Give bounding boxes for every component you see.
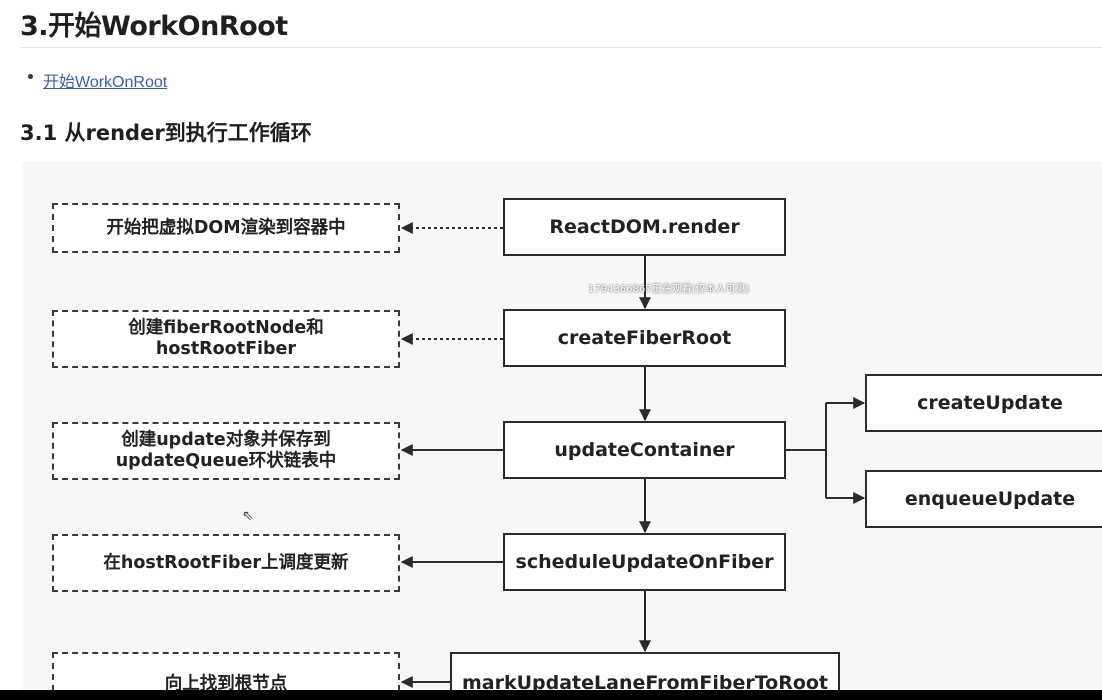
- mouse-pointer-icon: ⇖: [242, 508, 254, 524]
- document-page: 3.开始WorkOnRoot 开始WorkOnRoot 3.1 从render到…: [0, 0, 1102, 700]
- note-update-line1: 创建update对象并保存到: [121, 430, 331, 450]
- note-render: 开始把虚拟DOM渲染到容器中: [52, 203, 400, 253]
- note-schedule: 在hostRootFiber上调度更新: [52, 534, 400, 592]
- viewer-watermark: 1794366867正在观看(仅本人可见): [588, 284, 750, 295]
- note-create-root-line1: 创建fiberRootNode和: [128, 318, 324, 338]
- title-divider: [20, 47, 1102, 48]
- node-reactdom-render: ReactDOM.render: [503, 198, 786, 256]
- toc-link-workonroot[interactable]: 开始WorkOnRoot: [43, 68, 167, 92]
- bottom-bar: [0, 690, 1102, 700]
- section-title: 3.1 从render到执行工作循环: [20, 121, 312, 145]
- node-update-container: updateContainer: [503, 421, 786, 479]
- node-create-update: createUpdate: [865, 374, 1102, 432]
- note-update-line2: updateQueue环状链表中: [115, 451, 337, 471]
- page-title: 3.开始WorkOnRoot: [20, 11, 288, 42]
- node-enqueue-update: enqueueUpdate: [865, 470, 1102, 528]
- note-create-root: 创建fiberRootNode和 hostRootFiber: [52, 310, 400, 368]
- note-create-root-line2: hostRootFiber: [155, 339, 297, 359]
- node-create-fiber-root: createFiberRoot: [503, 309, 786, 367]
- node-schedule-update-on-fiber: scheduleUpdateOnFiber: [503, 533, 786, 591]
- list-bullet: [28, 74, 33, 79]
- note-update: 创建update对象并保存到 updateQueue环状链表中: [52, 422, 400, 480]
